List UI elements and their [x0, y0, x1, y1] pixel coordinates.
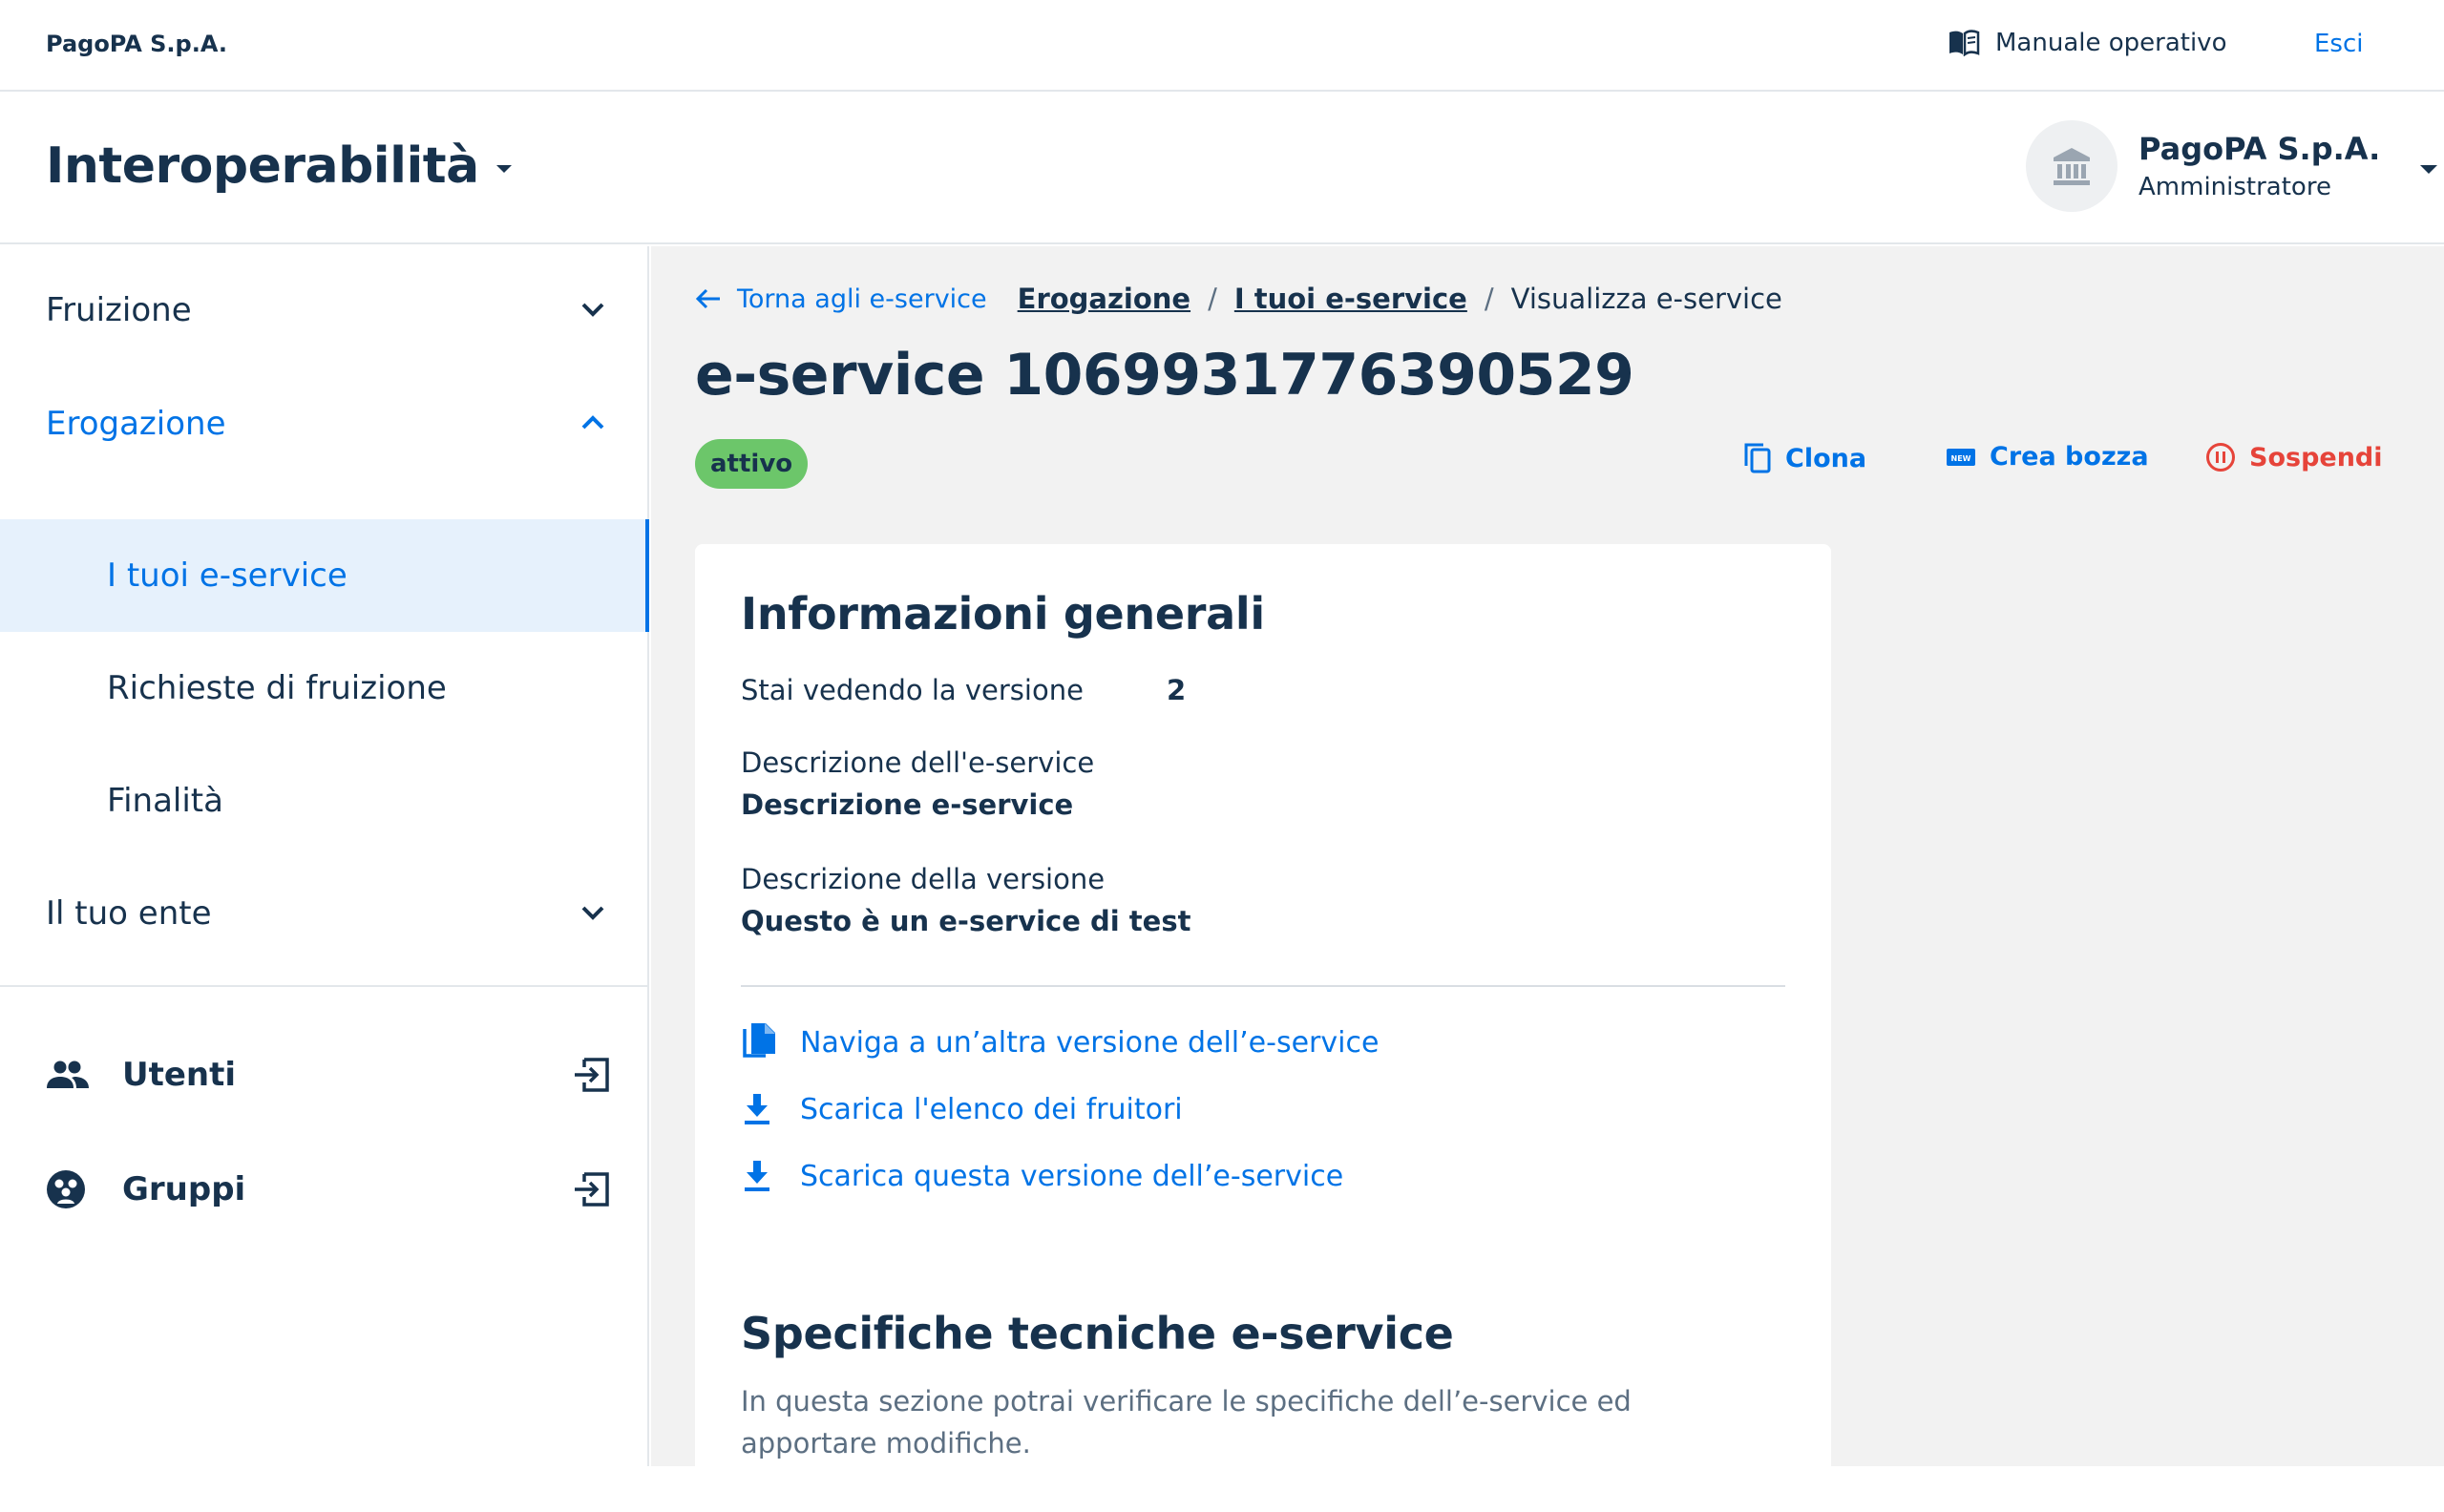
breadcrumb-separator: / [1484, 283, 1494, 315]
groups-icon [47, 1170, 85, 1208]
sidebar-item-utenti[interactable]: Utenti [0, 1027, 649, 1123]
tech-specs-title: Specifiche tecniche e-service [741, 1308, 1454, 1359]
main-content: Torna agli e-service Erogazione / I tuoi… [651, 246, 2444, 1512]
breadcrumb-erogazione[interactable]: Erogazione [1018, 283, 1190, 315]
sidebar: Fruizione Erogazione I tuoi e-service Ri… [0, 246, 649, 1466]
page-title: e-service 1069931776390529 [695, 342, 1634, 409]
back-link[interactable]: Torna agli e-service [695, 284, 987, 314]
product-bar: Interoperabilità PagoPA S.p.A. Amministr… [0, 92, 2444, 244]
sidebar-item-tuo-ente[interactable]: Il tuo ente [0, 857, 649, 970]
file-copy-icon [743, 1023, 775, 1058]
product-switcher[interactable]: Interoperabilità [46, 137, 512, 195]
sidebar-item-label: I tuoi e-service [107, 556, 348, 595]
download-icon [745, 1094, 769, 1124]
download-version-label: Scarica questa versione dell’e-service [800, 1159, 1344, 1193]
chevron-down-icon [581, 303, 604, 317]
navigate-version-link[interactable]: Naviga a un’altra versione dell’e-servic… [741, 1019, 1379, 1065]
top-header: PagoPA S.p.A. Manuale operativo Esci [0, 0, 2444, 92]
breadcrumb-current: Visualizza e-service [1510, 283, 1782, 315]
copy-icon [1744, 443, 1771, 473]
card-divider [741, 985, 1785, 987]
description-label: Descrizione dell'e-service [741, 746, 1095, 779]
version-description-value: Questo è un e-service di test [741, 905, 1191, 937]
version-label: Stai vedendo la versione [741, 674, 1084, 706]
general-info-title: Informazioni generali [741, 588, 1265, 640]
sidebar-item-label: Erogazione [46, 405, 226, 443]
tech-specs-card: Specifiche tecniche e-service In questa … [695, 1264, 1831, 1512]
institution-icon [2054, 148, 2090, 185]
download-consumers-label: Scarica l'elenco dei fruitori [800, 1092, 1183, 1126]
sidebar-item-label: Fruizione [46, 291, 192, 329]
account-name: PagoPA S.p.A. [2138, 131, 2381, 167]
download-consumers-link[interactable]: Scarica l'elenco dei fruitori [741, 1088, 1183, 1130]
create-draft-button[interactable]: NEW Crea bozza [1946, 442, 2149, 472]
account-role: Amministratore [2138, 173, 2331, 201]
version-value: 2 [1167, 674, 1187, 706]
sidebar-item-label: Il tuo ente [46, 894, 212, 933]
sidebar-item-label: Utenti [122, 1056, 237, 1094]
manual-link[interactable]: Manuale operativo [1948, 29, 2226, 57]
caret-down-icon [495, 165, 512, 173]
breadcrumb: Torna agli e-service Erogazione / I tuoi… [695, 283, 1782, 315]
download-icon [745, 1161, 769, 1191]
sidebar-item-gruppi[interactable]: Gruppi [0, 1142, 649, 1237]
breadcrumb-separator: / [1208, 283, 1217, 315]
book-icon [1949, 30, 1980, 56]
caret-down-icon [2420, 164, 2438, 174]
clone-button[interactable]: Clona [1743, 442, 1866, 474]
download-version-link[interactable]: Scarica questa versione dell’e-service [741, 1155, 1343, 1197]
exit-to-app-icon [575, 1172, 609, 1207]
sidebar-item-fruizione[interactable]: Fruizione [0, 254, 649, 367]
navigate-version-label: Naviga a un’altra versione dell’e-servic… [800, 1025, 1380, 1060]
version-description-label: Descrizione della versione [741, 863, 1106, 895]
sidebar-item-richieste-fruizione[interactable]: Richieste di fruizione [0, 632, 649, 745]
sidebar-item-erogazione[interactable]: Erogazione [0, 368, 649, 480]
svg-text:NEW: NEW [1951, 454, 1971, 463]
sidebar-item-label: Richieste di fruizione [107, 669, 447, 707]
product-name: Interoperabilità [46, 137, 479, 195]
new-releases-icon: NEW [1947, 448, 1975, 466]
suspend-label: Sospendi [2249, 442, 2383, 472]
sidebar-item-label: Gruppi [122, 1170, 246, 1208]
chevron-up-icon [581, 415, 604, 430]
sidebar-item-finalita[interactable]: Finalità [0, 745, 649, 857]
sidebar-item-tuoi-e-service[interactable]: I tuoi e-service [0, 519, 649, 632]
avatar [2026, 120, 2117, 212]
suspend-button[interactable]: Sospendi [2205, 442, 2383, 472]
action-bar: Clona NEW Crea bozza Sospendi [651, 442, 2444, 490]
breadcrumb-tuoi-e-service[interactable]: I tuoi e-service [1234, 283, 1467, 315]
description-value: Descrizione e-service [741, 788, 1074, 821]
create-draft-label: Crea bozza [1990, 442, 2149, 472]
logout-button[interactable]: Esci [2314, 30, 2364, 58]
manual-label: Manuale operativo [1995, 29, 2227, 57]
back-label: Torna agli e-service [737, 284, 987, 314]
clone-label: Clona [1785, 443, 1867, 473]
account-info: PagoPA S.p.A. Amministratore [2138, 131, 2380, 201]
account-switcher[interactable]: PagoPA S.p.A. Amministratore [2026, 120, 2438, 212]
users-icon [47, 1060, 89, 1088]
tech-specs-description: In questa sezione potrai verificare le s… [741, 1385, 1632, 1460]
arrow-left-icon [695, 288, 720, 309]
chevron-down-icon [581, 906, 604, 920]
pause-circle-icon [2206, 443, 2235, 472]
exit-to-app-icon [575, 1058, 609, 1092]
sidebar-divider [0, 985, 649, 987]
sidebar-item-label: Finalità [107, 782, 223, 820]
org-name: PagoPA S.p.A. [46, 31, 227, 57]
